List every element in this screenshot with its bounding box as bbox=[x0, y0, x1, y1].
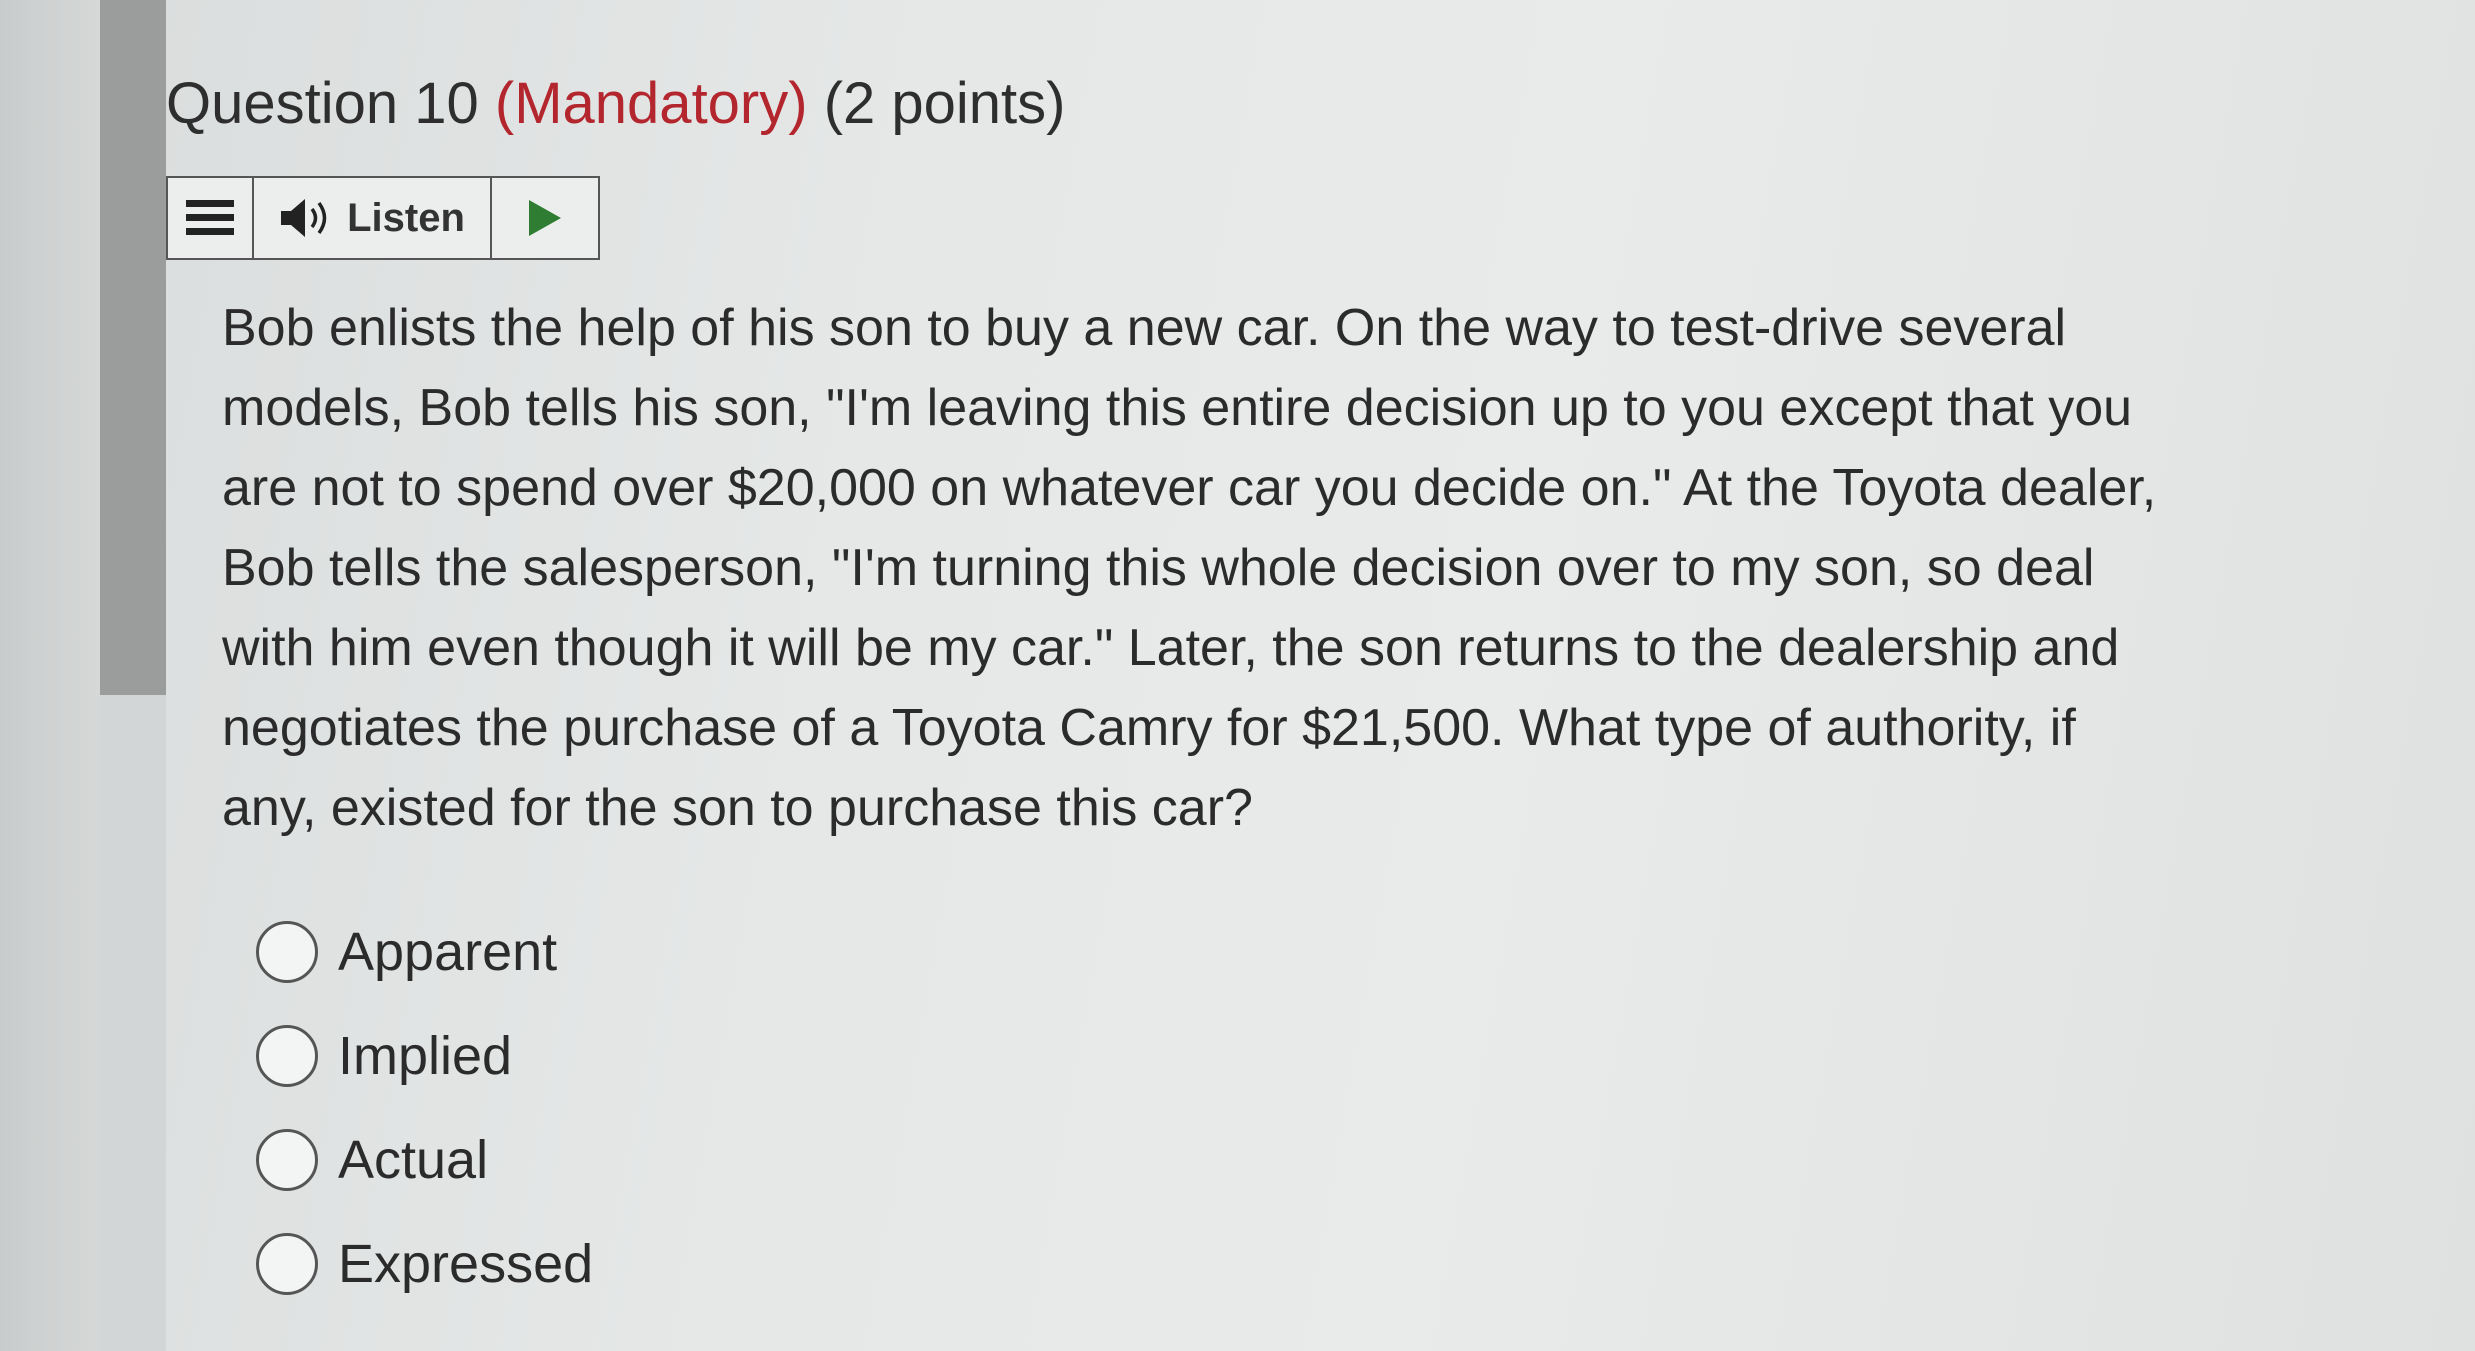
answer-options: Apparent Implied Actual Expressed bbox=[256, 900, 593, 1316]
listen-label: Listen bbox=[347, 195, 465, 240]
question-text-line: Bob tells the salesperson, "I'm turning … bbox=[222, 539, 2095, 597]
question-status-bar-lower bbox=[100, 695, 166, 1351]
left-margin bbox=[0, 0, 100, 1351]
play-button[interactable] bbox=[492, 178, 598, 258]
answer-label: Expressed bbox=[338, 1234, 594, 1294]
answer-label: Actual bbox=[338, 1130, 489, 1190]
answer-option-actual[interactable]: Actual bbox=[256, 1108, 593, 1212]
answer-label: Implied bbox=[338, 1026, 513, 1086]
question-text-line: negotiates the purchase of a Toyota Camr… bbox=[222, 699, 2076, 757]
question-number: Question 10 bbox=[166, 71, 479, 136]
radio-button[interactable] bbox=[256, 1233, 318, 1295]
question-text-line: are not to spend over $20,000 on whateve… bbox=[222, 459, 2157, 517]
question-status-bar bbox=[100, 0, 166, 695]
answer-option-apparent[interactable]: Apparent bbox=[256, 900, 593, 1004]
answer-label: Apparent bbox=[338, 922, 558, 982]
play-icon bbox=[529, 200, 561, 236]
speaker-icon bbox=[281, 199, 327, 237]
mandatory-label: (Mandatory) bbox=[494, 71, 808, 136]
answer-option-implied[interactable]: Implied bbox=[256, 1004, 593, 1108]
question-title: Question 10 (Mandatory) (2 points) bbox=[166, 70, 1065, 137]
points-label: (2 points) bbox=[823, 71, 1066, 136]
question-text-line: with him even though it will be my car."… bbox=[222, 619, 2120, 677]
hamburger-menu-icon bbox=[186, 200, 234, 235]
listen-button[interactable]: Listen bbox=[254, 178, 492, 258]
toolbar-menu-button[interactable] bbox=[168, 178, 254, 258]
question-text-line: Bob enlists the help of his son to buy a… bbox=[222, 299, 2067, 357]
radio-button[interactable] bbox=[256, 1025, 318, 1087]
answer-option-expressed[interactable]: Expressed bbox=[256, 1212, 593, 1316]
question-text-line: any, existed for the son to purchase thi… bbox=[222, 779, 1253, 837]
question-text-line: models, Bob tells his son, "I'm leaving … bbox=[222, 379, 2133, 437]
question-container: Question 10 (Mandatory) (2 points) Liste… bbox=[166, 0, 2475, 1351]
readspeaker-toolbar: Listen bbox=[166, 176, 600, 260]
radio-button[interactable] bbox=[256, 1129, 318, 1191]
radio-button[interactable] bbox=[256, 921, 318, 983]
question-text: Bob enlists the help of his son to buy a… bbox=[222, 288, 2342, 848]
